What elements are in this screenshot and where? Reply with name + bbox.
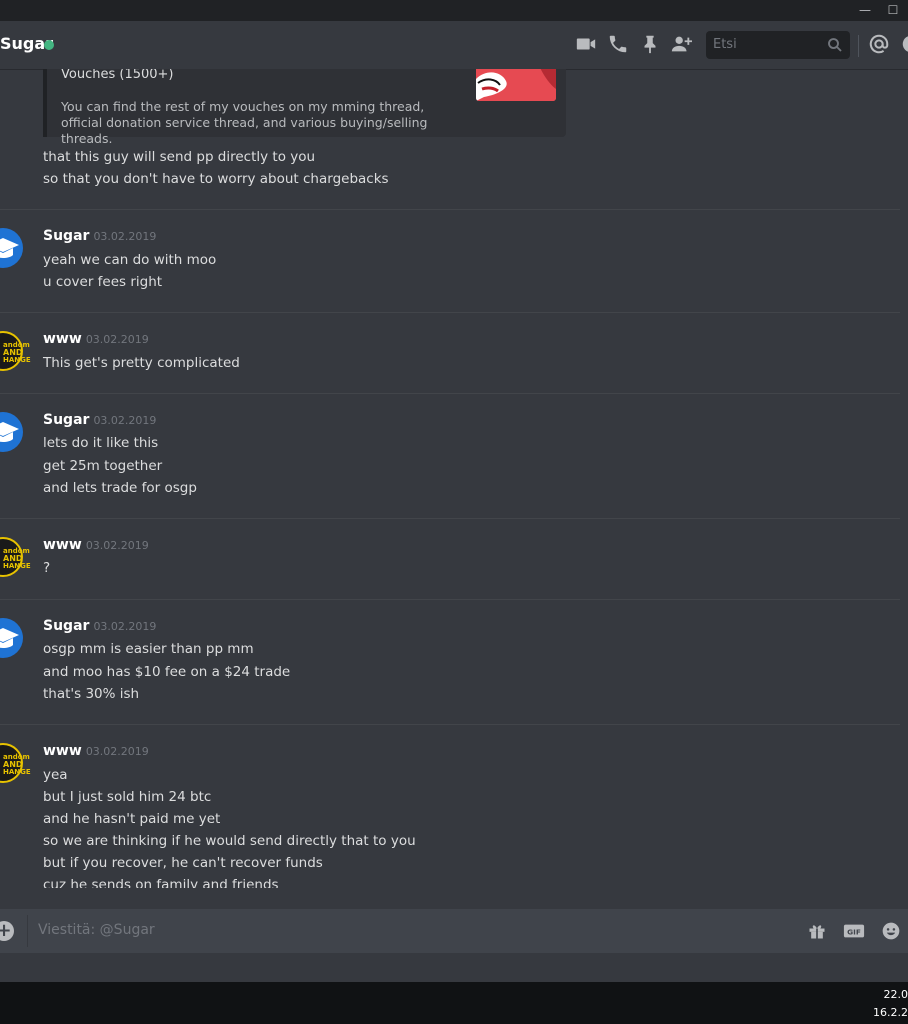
- taskbar-date[interactable]: 16.2.2: [873, 1006, 908, 1019]
- timestamp: 03.02.2019: [85, 333, 149, 346]
- graduation-cap-icon: [0, 628, 19, 648]
- message-line: u cover fees right: [43, 274, 163, 290]
- message-line: but I just sold him 24 btc: [43, 789, 212, 805]
- message-header: www 03.02.2019: [43, 537, 149, 553]
- timestamp: 03.02.2019: [93, 414, 157, 427]
- search-icon: [828, 38, 842, 52]
- message-line: but if you recover, he can't recover fun…: [43, 855, 323, 871]
- avatar-text: HANGE: [3, 562, 31, 570]
- username[interactable]: Sugar: [43, 618, 89, 634]
- graduation-cap-icon: [0, 238, 19, 258]
- message-divider: [0, 393, 900, 394]
- message-header: Sugar 03.02.2019: [43, 618, 156, 634]
- message-line: that's 30% ish: [43, 686, 140, 702]
- username[interactable]: www: [43, 537, 82, 553]
- search-box[interactable]: Etsi: [706, 31, 850, 59]
- avatar[interactable]: andom AND HANGE: [0, 743, 31, 783]
- phone-icon[interactable]: [607, 33, 629, 55]
- maximize-button[interactable]: ☐: [885, 3, 901, 17]
- avatar[interactable]: andom AND HANGE: [0, 331, 31, 371]
- message-input-bar[interactable]: + Viestitä: @Sugar GIF: [0, 909, 908, 953]
- gift-icon[interactable]: [806, 921, 828, 941]
- mention-icon[interactable]: [868, 33, 890, 55]
- message-line: This get's pretty complicated: [43, 355, 240, 371]
- message-line: and moo has $10 fee on a $24 trade: [43, 664, 291, 680]
- message-divider: [0, 209, 900, 210]
- graduation-cap-icon: [0, 422, 19, 442]
- embed-description: You can find the rest of my vouches on m…: [61, 99, 428, 146]
- message-line: yea: [43, 767, 68, 783]
- message-header: Sugar 03.02.2019: [43, 228, 156, 244]
- svg-text:GIF: GIF: [847, 928, 861, 937]
- os-taskbar: 22.0 16.2.2: [0, 982, 908, 1024]
- upload-button[interactable]: +: [0, 921, 14, 941]
- message-divider: [0, 518, 900, 519]
- message-list[interactable]: Vouches (1500+) You can find the rest of…: [0, 69, 908, 888]
- input-separator: [27, 915, 28, 947]
- chat-header: Sugar Etsi: [0, 21, 908, 69]
- gif-icon[interactable]: GIF: [843, 921, 865, 941]
- message-line: cuz he sends on family and friends: [43, 877, 279, 888]
- message-line: yeah we can do with moo: [43, 252, 217, 268]
- vouches-embed: Vouches (1500+) You can find the rest of…: [43, 69, 566, 146]
- username[interactable]: Sugar: [43, 228, 89, 244]
- minimize-button[interactable]: —: [857, 3, 873, 17]
- embed-title: Vouches (1500+): [61, 69, 174, 82]
- avatar-text: AND: [3, 760, 23, 769]
- pin-icon[interactable]: [639, 33, 661, 55]
- message-divider: [0, 312, 900, 313]
- header-separator: [858, 35, 859, 57]
- username[interactable]: www: [43, 743, 82, 759]
- avatar-text: HANGE: [3, 356, 31, 364]
- timestamp: 03.02.2019: [85, 745, 149, 758]
- timestamp: 03.02.2019: [93, 620, 157, 633]
- message-line: and lets trade for osgp: [43, 480, 197, 496]
- message-header: www 03.02.2019: [43, 331, 149, 347]
- timestamp: 03.02.2019: [85, 539, 149, 552]
- message-header: Sugar 03.02.2019: [43, 412, 156, 428]
- avatar-text: AND: [3, 554, 23, 563]
- message-line: get 25m together: [43, 458, 163, 474]
- search-placeholder: Etsi: [713, 37, 737, 52]
- timestamp: 03.02.2019: [93, 230, 157, 243]
- embed-thumbnail[interactable]: [476, 69, 556, 101]
- message-line: so that you don't have to worry about ch…: [43, 171, 389, 187]
- message-divider: [0, 724, 900, 725]
- avatar-text: AND: [3, 348, 23, 357]
- embed-thumbnail-art: [476, 69, 556, 101]
- taskbar-time[interactable]: 22.0: [884, 988, 908, 1001]
- avatar[interactable]: [0, 228, 23, 268]
- message-line: that this guy will send pp directly to y…: [43, 149, 316, 165]
- online-status-indicator: [44, 40, 54, 50]
- message-line: osgp mm is easier than pp mm: [43, 641, 254, 657]
- message-header: www 03.02.2019: [43, 743, 149, 759]
- avatar[interactable]: [0, 618, 23, 658]
- video-icon[interactable]: [575, 33, 597, 55]
- message-line: so we are thinking if he would send dire…: [43, 833, 416, 849]
- avatar-text: HANGE: [3, 768, 31, 776]
- message-divider: [0, 599, 900, 600]
- help-icon[interactable]: [900, 33, 908, 55]
- window-titlebar: — ☐: [0, 0, 908, 21]
- add-friend-icon[interactable]: [670, 33, 692, 55]
- message-line: lets do it like this: [43, 435, 159, 451]
- message-line: and he hasn't paid me yet: [43, 811, 221, 827]
- avatar[interactable]: [0, 412, 23, 452]
- username[interactable]: Sugar: [43, 412, 89, 428]
- emoji-icon[interactable]: [880, 921, 902, 941]
- avatar[interactable]: andom AND HANGE: [0, 537, 31, 577]
- username[interactable]: www: [43, 331, 82, 347]
- message-input-placeholder[interactable]: Viestitä: @Sugar: [38, 922, 155, 938]
- message-line: ?: [43, 560, 51, 576]
